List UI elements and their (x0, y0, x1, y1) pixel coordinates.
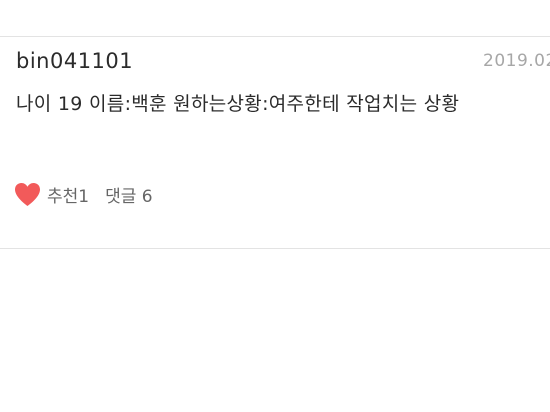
post-actions: 추천1 댓글 6 (14, 179, 153, 209)
comment-count-button[interactable]: 댓글 6 (105, 182, 153, 207)
post-card[interactable]: bin041101 2019.02 나이 19 이름:백훈 원하는상황:여주한테… (0, 37, 550, 248)
like-button[interactable]: 추천1 (14, 182, 89, 207)
heart-icon (14, 182, 41, 207)
post-body: 나이 19 이름:백훈 원하는상황:여주한테 작업치는 상황 (16, 93, 460, 115)
like-count-label: 추천1 (47, 186, 90, 207)
post-author[interactable]: bin041101 (16, 49, 133, 73)
bottom-divider (0, 248, 550, 249)
post-date: 2019.02 (483, 51, 550, 71)
